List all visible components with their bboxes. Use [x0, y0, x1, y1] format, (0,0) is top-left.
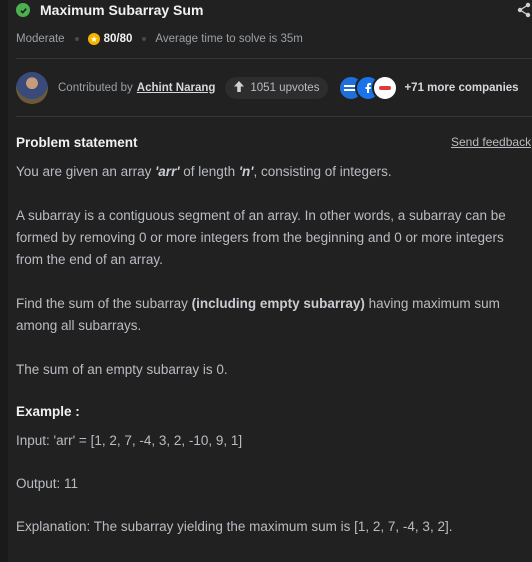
coin-icon: [87, 33, 100, 45]
p1-text: , consisting of integers.: [253, 164, 392, 179]
problem-meta: Moderate 80/80 Average time to solve is …: [16, 31, 303, 47]
arr-var: 'arr': [155, 164, 180, 179]
more-companies-link[interactable]: +71 more companies: [404, 82, 518, 94]
contributor-row: Contributed by Achint Narang 1051 upvote…: [16, 71, 519, 105]
share-icon[interactable]: [516, 2, 532, 18]
example-heading: Example :: [16, 404, 80, 419]
p1-text: You are given an array: [16, 164, 156, 179]
send-feedback-link[interactable]: Send feedback: [451, 135, 531, 149]
statement-paragraph-4: The sum of an empty subarray is 0.: [16, 362, 228, 377]
upvote-button[interactable]: 1051 upvotes: [225, 77, 329, 99]
separator-dot: [74, 37, 79, 41]
p3-bold-text: (including empty subarray): [191, 296, 365, 311]
contributed-by-label: Contributed by: [58, 82, 133, 94]
problem-header: Maximum Subarray Sum: [16, 0, 203, 20]
difficulty-label: Moderate: [16, 33, 65, 45]
upvote-arrow-icon: [234, 81, 245, 95]
statement-paragraph-2: A subarray is a contiguous segment of an…: [16, 208, 506, 267]
left-panel-edge: [0, 0, 8, 562]
example-explanation: Explanation: The subarray yielding the m…: [16, 519, 453, 534]
average-time: Average time to solve is 35m: [155, 33, 303, 45]
problem-title: Maximum Subarray Sum: [40, 2, 204, 18]
score-value: 80/80: [103, 33, 133, 45]
company-logos[interactable]: [338, 75, 399, 101]
contributor-avatar: [16, 72, 48, 104]
upvote-count: 1051 upvotes: [250, 82, 320, 94]
example-input: Input: 'arr' = [1, 2, 7, -4, 3, 2, -10, …: [16, 433, 243, 448]
p1-text: of length: [179, 164, 239, 179]
p3-text: Find the sum of the subarray: [16, 296, 192, 311]
contributor-name-link[interactable]: Achint Narang: [137, 82, 216, 94]
example-output: Output: 11: [16, 476, 79, 491]
statement-paragraph-3: Find the sum of the subarray (including …: [16, 293, 532, 337]
statement-paragraph-1: You are given an array 'arr' of length '…: [16, 161, 532, 183]
n-var: 'n': [238, 164, 254, 179]
company-logo-icon: [372, 75, 399, 101]
check-circle-icon: [16, 3, 30, 17]
problem-statement-heading: Problem statement: [16, 135, 138, 150]
divider: [16, 58, 532, 59]
divider: [16, 116, 532, 117]
problem-statement-header: Problem statement Send feedback: [16, 135, 532, 153]
separator-dot: [142, 37, 147, 41]
